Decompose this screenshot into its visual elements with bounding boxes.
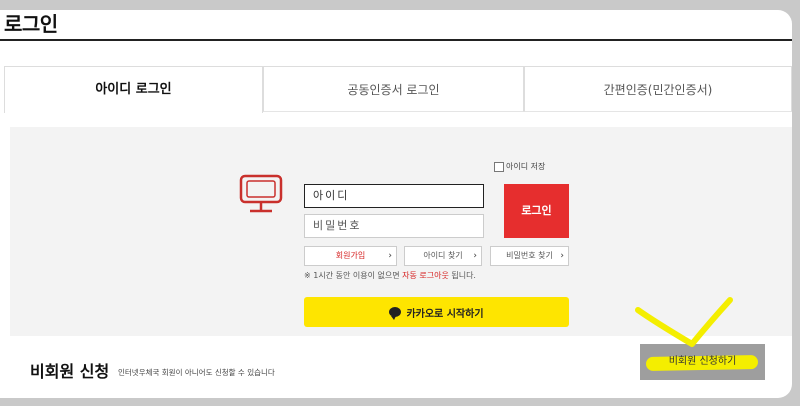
find-password-button[interactable]: 비밀번호 찾기 › bbox=[490, 246, 569, 266]
find-password-label: 비밀번호 찾기 bbox=[506, 251, 553, 260]
remember-id-label: 아이디 저장 bbox=[506, 162, 546, 171]
password-input[interactable]: 비밀번호 bbox=[304, 214, 484, 238]
tab-simple-auth[interactable]: 간편인증(민간인증서) bbox=[524, 66, 792, 112]
remember-id[interactable]: 아이디 저장 bbox=[494, 161, 545, 172]
kakao-label: 카카오로 시작하기 bbox=[406, 308, 484, 320]
chevron-right-icon: › bbox=[473, 251, 477, 261]
login-tabs: 아이디 로그인 공동인증서 로그인 간편인증(민간인증서) bbox=[4, 66, 792, 113]
login-button[interactable]: 로그인 bbox=[504, 184, 569, 238]
guest-apply-button[interactable]: 비회원 신청하기 bbox=[640, 344, 765, 380]
guest-description: 인터넷우체국 회원이 아니어도 신청할 수 있습니다 bbox=[118, 368, 275, 377]
kakao-login-button[interactable]: 카카오로 시작하기 bbox=[304, 297, 569, 327]
auto-logout-notice: ※ 1시간 동안 이용이 없으면 자동 로그아웃 됩니다. bbox=[304, 270, 476, 281]
login-panel: 아이디 저장 아이디 비밀번호 로그인 회원가입 › 아이디 찾기 › 비밀번호… bbox=[10, 127, 792, 336]
signup-button[interactable]: 회원가입 › bbox=[304, 246, 397, 266]
id-input[interactable]: 아이디 bbox=[304, 184, 484, 208]
chat-bubble-icon bbox=[389, 307, 402, 320]
signup-label: 회원가입 bbox=[335, 251, 366, 260]
title-divider bbox=[0, 39, 792, 41]
notice-prefix: ※ 1시간 동안 이용이 없으면 bbox=[304, 271, 403, 280]
find-id-label: 아이디 찾기 bbox=[423, 251, 463, 260]
tab-certificate-login[interactable]: 공동인증서 로그인 bbox=[263, 66, 524, 112]
page-title: 로그인 bbox=[4, 12, 58, 36]
monitor-icon bbox=[239, 174, 283, 213]
guest-apply-label: 비회원 신청하기 bbox=[668, 356, 737, 367]
find-id-button[interactable]: 아이디 찾기 › bbox=[404, 246, 482, 266]
notice-highlight: 자동 로그아웃 bbox=[402, 271, 449, 280]
chevron-right-icon: › bbox=[388, 251, 392, 261]
remember-id-checkbox[interactable] bbox=[494, 161, 504, 172]
notice-suffix: 됩니다. bbox=[448, 271, 476, 280]
chevron-right-icon: › bbox=[560, 251, 564, 261]
tab-id-login[interactable]: 아이디 로그인 bbox=[4, 66, 263, 113]
login-card: 로그인 아이디 로그인 공동인증서 로그인 간편인증(민간인증서) 아이디 저장… bbox=[0, 10, 792, 398]
guest-section-title: 비회원 신청 bbox=[30, 362, 110, 381]
